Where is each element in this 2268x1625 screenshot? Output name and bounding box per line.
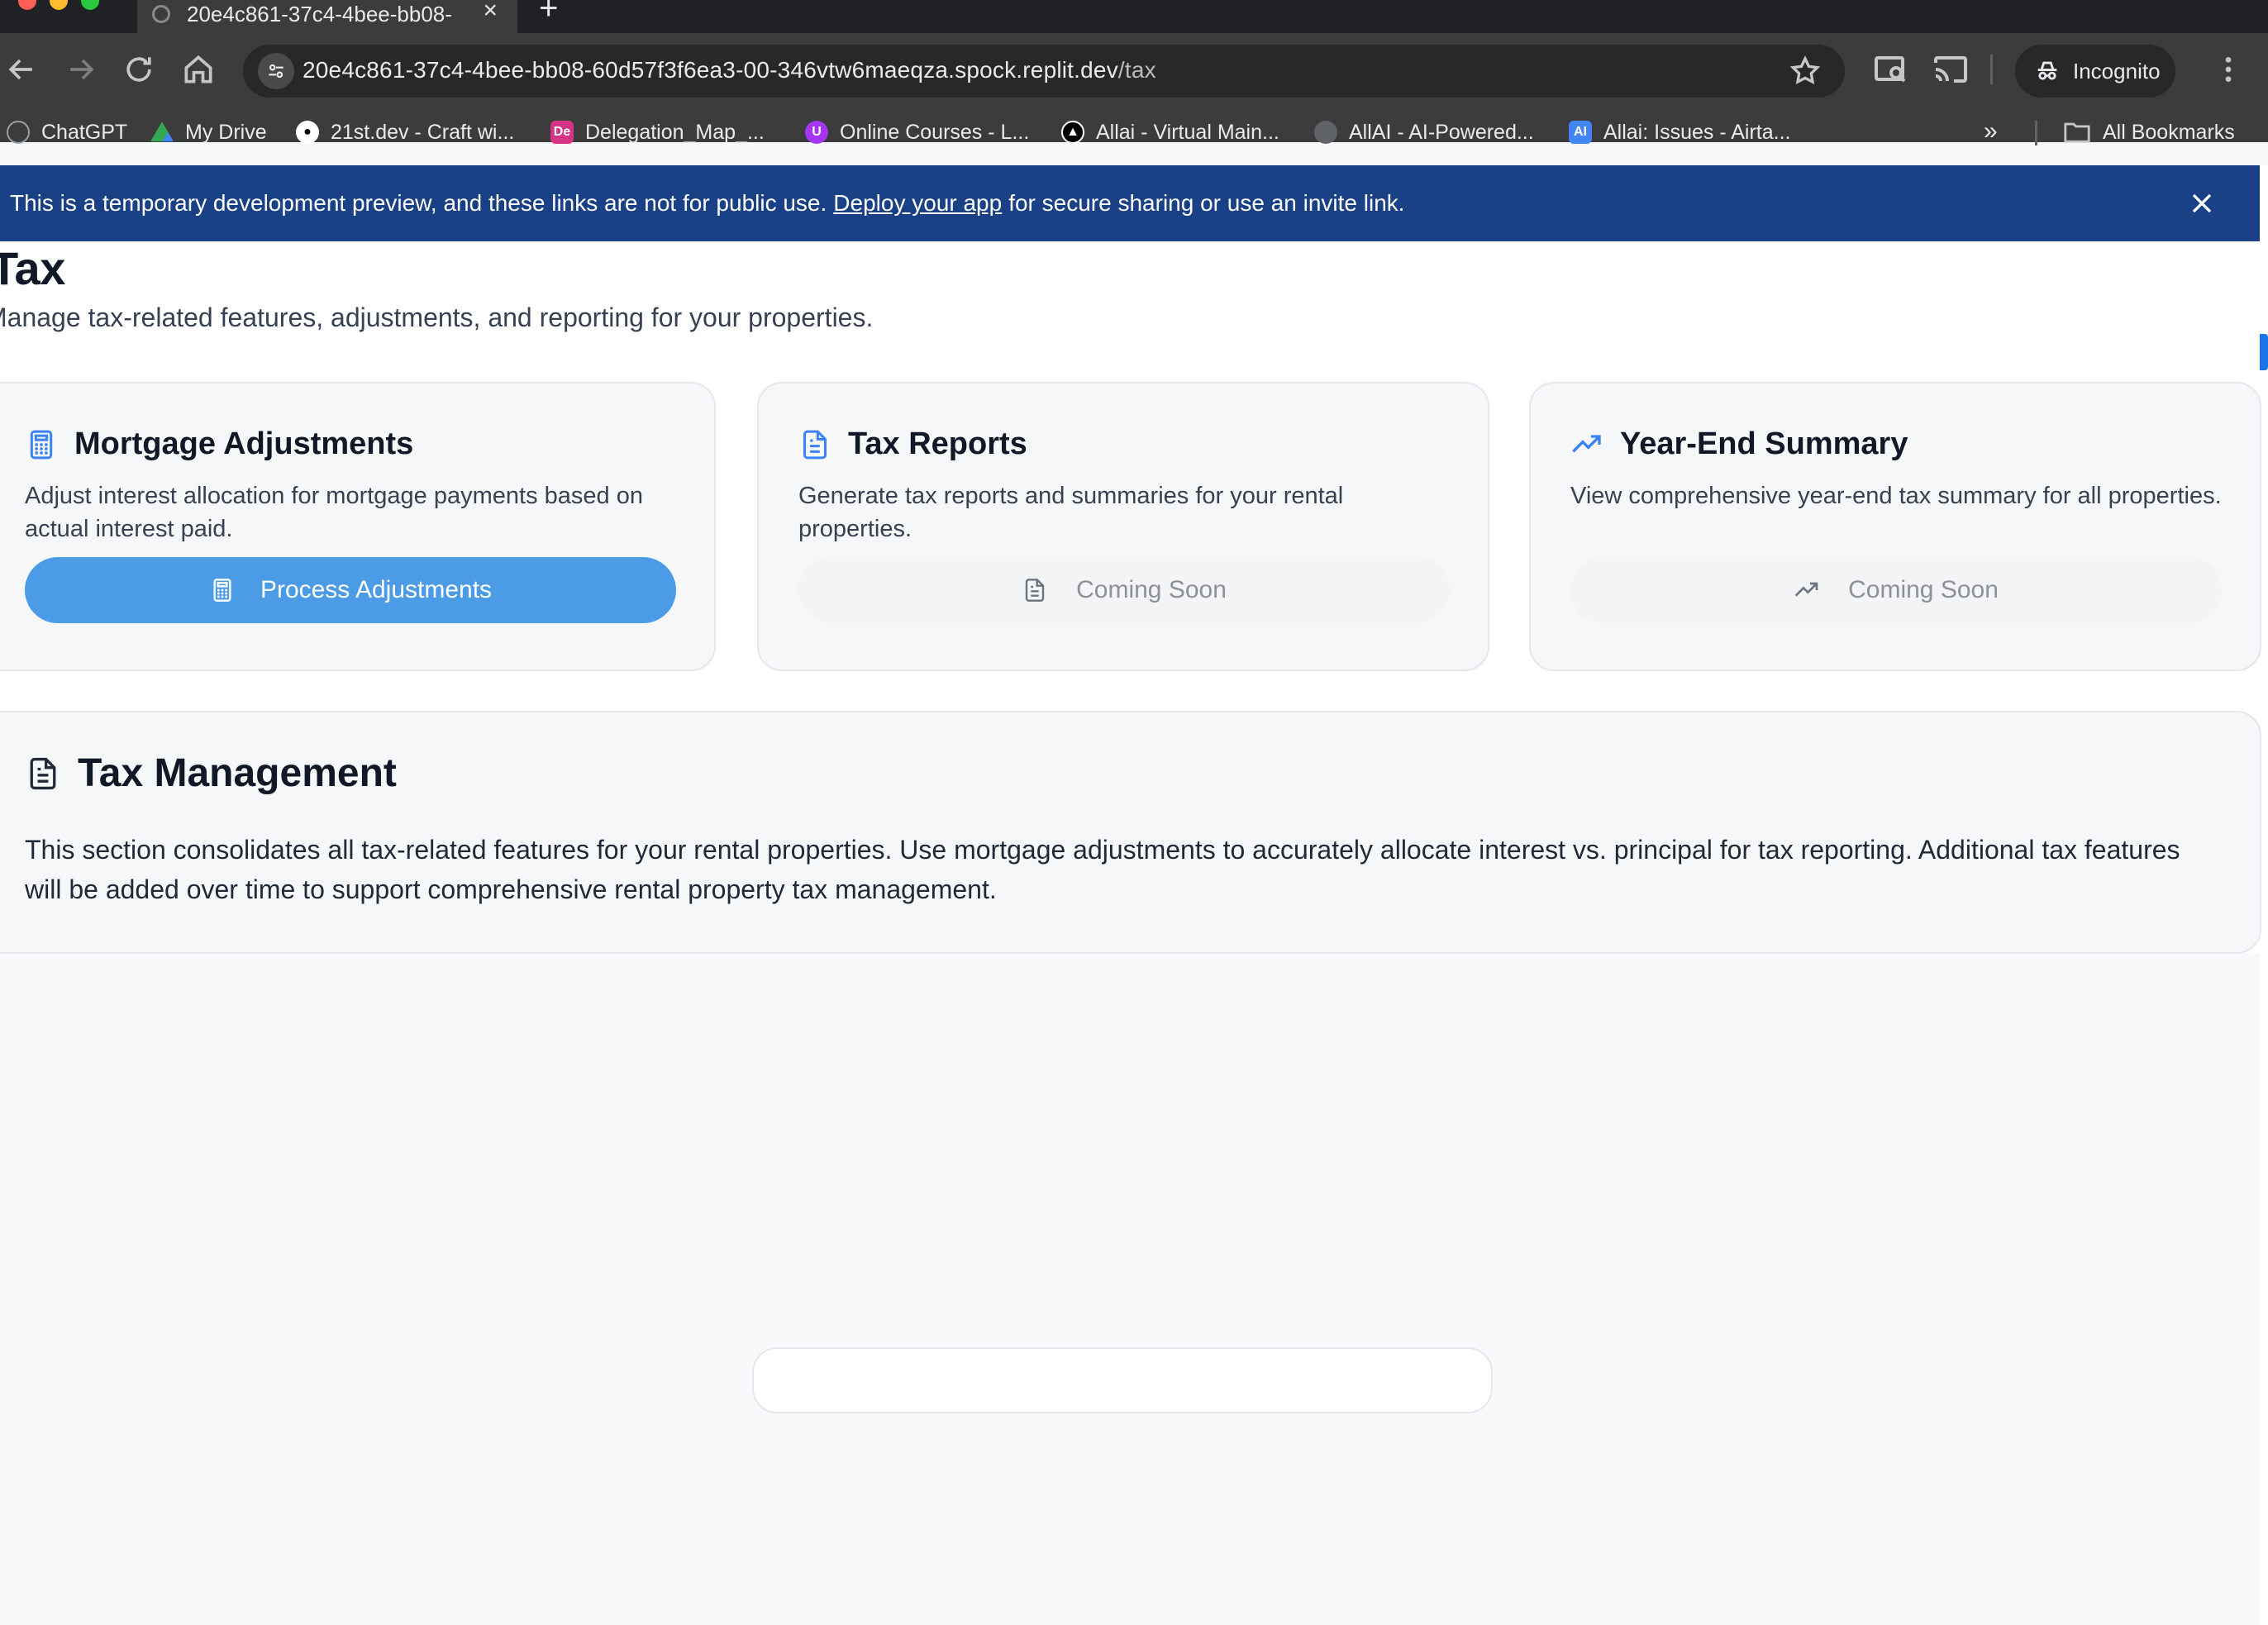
globe-icon — [152, 5, 170, 23]
close-icon[interactable] — [2185, 187, 2218, 220]
21st-icon: ● — [296, 121, 319, 144]
page-content: Tax Manage tax-related features, adjustm… — [0, 241, 2261, 1625]
tab-title: 20e4c861-37c4-4bee-bb08- — [187, 1, 452, 26]
document-icon — [798, 428, 831, 461]
bookmark-delegation-map[interactable]: De Delegation_Map_... — [550, 117, 765, 147]
mortgage-adjustments-card: Mortgage Adjustments Adjust interest all… — [0, 382, 716, 671]
calculator-icon — [25, 428, 58, 461]
button-label: Process Adjustments — [260, 576, 493, 603]
trending-up-icon — [1570, 428, 1603, 461]
bookmark-label: My Drive — [185, 120, 267, 144]
globe-icon — [1314, 121, 1337, 144]
year-end-summary-card: Year-End Summary View comprehensive year… — [1529, 382, 2261, 671]
folder-icon — [2064, 122, 2090, 143]
ai-icon: AI — [1569, 121, 1592, 144]
de-icon: De — [550, 121, 574, 144]
page-title: Tax — [0, 242, 65, 294]
card-header: Mortgage Adjustments — [25, 427, 413, 462]
bookmark-online-courses[interactable]: U Online Courses - L... — [805, 117, 1029, 147]
chatgpt-icon — [7, 121, 30, 144]
card-title: Tax Reports — [848, 427, 1027, 461]
coming-soon-button[interactable]: Coming Soon — [798, 557, 1450, 623]
browser-menu-icon[interactable] — [2212, 51, 2245, 88]
url-path: /tax — [1117, 57, 1156, 83]
card-description: Adjust interest allocation for mortgage … — [25, 483, 643, 542]
browser-window: 20e4c861-37c4-4bee-bb08- × + 20e4c861-37… — [0, 0, 2268, 1625]
calculator-icon — [213, 579, 231, 602]
bookmarks-divider — [2035, 121, 2037, 145]
bookmark-21st-dev[interactable]: ● 21st.dev - Craft wi... — [296, 117, 514, 147]
minimize-window-button[interactable] — [50, 0, 68, 10]
document-icon — [1025, 579, 1045, 602]
process-adjustments-button[interactable]: Process Adjustments — [25, 557, 676, 623]
bookmark-label: AllAI - AI-Powered... — [1349, 120, 1534, 144]
card-description: View comprehensive year-end tax summary … — [1570, 483, 2222, 509]
section-title: Tax Management — [78, 751, 397, 795]
tab-strip: 20e4c861-37c4-4bee-bb08- × + — [0, 0, 2268, 33]
page-subtitle: Manage tax-related features, adjustments… — [0, 303, 874, 332]
scrollbar-thumb[interactable] — [2260, 334, 2268, 370]
card-title: Year-End Summary — [1620, 427, 1908, 461]
button-label: Coming Soon — [1848, 576, 1999, 603]
bookmark-allai-virtual[interactable]: ▲ Allai - Virtual Main... — [1061, 117, 1279, 147]
toolbar-divider — [1990, 55, 1993, 84]
home-icon[interactable] — [180, 51, 217, 88]
allai-icon: ▲ — [1061, 121, 1084, 144]
bookmark-my-drive[interactable]: My Drive — [150, 117, 267, 147]
maximize-window-button[interactable] — [81, 0, 99, 10]
button-label: Coming Soon — [1076, 576, 1227, 603]
empty-area — [0, 954, 2260, 1625]
url-text: 20e4c861-37c4-4bee-bb08-60d57f3f6ea3-00-… — [303, 57, 1156, 83]
incognito-badge[interactable]: Incognito — [2015, 45, 2175, 98]
url-host: 20e4c861-37c4-4bee-bb08-60d57f3f6ea3-00-… — [303, 57, 1118, 83]
document-icon — [25, 755, 61, 792]
all-bookmarks-button[interactable]: All Bookmarks — [2063, 117, 2235, 147]
banner-text: This is a temporary development preview,… — [10, 190, 827, 216]
bookmark-label: Delegation_Map_... — [585, 120, 765, 144]
card-header: Year-End Summary — [1570, 427, 1908, 462]
bookmark-label: Allai: Issues - Airta... — [1603, 120, 1791, 144]
more-bookmarks-chevron-icon[interactable]: » — [1984, 117, 1998, 145]
close-window-button[interactable] — [18, 0, 36, 10]
incognito-label: Incognito — [2073, 58, 2161, 83]
coming-soon-button[interactable]: Coming Soon — [1570, 557, 2222, 623]
cast-icon[interactable] — [1931, 50, 1970, 89]
udemy-icon: U — [805, 121, 828, 144]
forward-arrow-icon[interactable] — [63, 51, 99, 88]
section-body: This section consolidates all tax-relate… — [25, 835, 2180, 904]
bookmark-label: 21st.dev - Craft wi... — [331, 120, 515, 144]
bookmark-chatgpt[interactable]: ChatGPT — [7, 117, 127, 147]
section-header: Tax Management — [25, 751, 397, 796]
card-description: Generate tax reports and summaries for y… — [798, 483, 1344, 542]
deploy-app-link[interactable]: Deploy your app — [833, 190, 1002, 217]
bookmarks-bar: ChatGPT My Drive ● 21st.dev - Craft wi..… — [0, 112, 2268, 152]
trending-up-icon — [1794, 582, 1818, 597]
all-bookmarks-label: All Bookmarks — [2103, 120, 2235, 144]
banner-text-after: for secure sharing or use an invite link… — [1008, 190, 1405, 216]
google-drive-icon — [150, 122, 174, 142]
floating-card-partial — [752, 1347, 1493, 1413]
dev-preview-banner: This is a temporary development preview,… — [0, 165, 2260, 241]
browser-tab-active[interactable]: 20e4c861-37c4-4bee-bb08- × — [137, 0, 517, 33]
bookmark-label: Allai - Virtual Main... — [1096, 120, 1279, 144]
address-bar[interactable]: 20e4c861-37c4-4bee-bb08-60d57f3f6ea3-00-… — [243, 45, 1845, 98]
site-settings-icon[interactable] — [258, 53, 294, 89]
card-header: Tax Reports — [798, 427, 1027, 462]
incognito-icon — [2037, 61, 2057, 80]
bookmark-allai-ai-powered[interactable]: AllAI - AI-Powered... — [1314, 117, 1534, 147]
lens-search-icon[interactable] — [1871, 50, 1911, 89]
bookmark-star-icon[interactable] — [1789, 55, 1822, 88]
new-tab-button[interactable]: + — [539, 0, 558, 27]
tax-reports-card: Tax Reports Generate tax reports and sum… — [757, 382, 1489, 671]
bookmark-label: Online Courses - L... — [840, 120, 1030, 144]
reload-icon[interactable] — [121, 51, 157, 88]
tax-management-section: Tax Management This section consolidates… — [0, 711, 2261, 954]
card-title: Mortgage Adjustments — [74, 427, 414, 461]
tab-close-icon[interactable]: × — [483, 0, 498, 25]
back-arrow-icon[interactable] — [3, 51, 40, 88]
bookmark-allai-issues[interactable]: AI Allai: Issues - Airta... — [1569, 117, 1790, 147]
bookmark-label: ChatGPT — [41, 120, 128, 144]
